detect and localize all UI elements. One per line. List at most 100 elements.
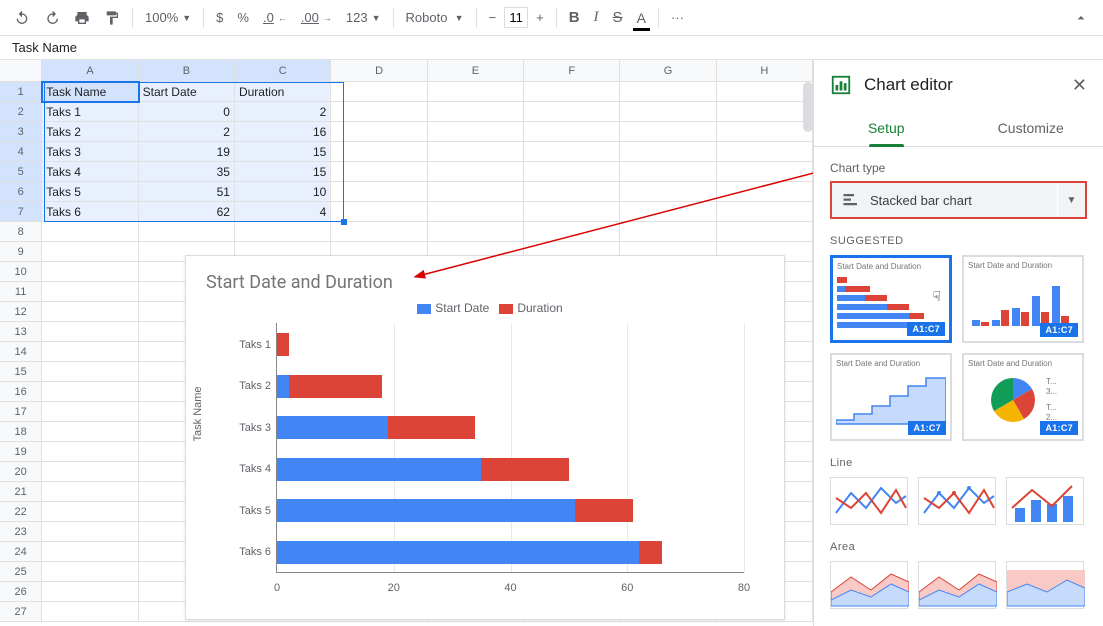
cell[interactable]: [620, 142, 716, 162]
cell[interactable]: [428, 222, 524, 242]
column-header[interactable]: E: [428, 60, 524, 81]
cell[interactable]: [139, 222, 235, 242]
cell[interactable]: [428, 142, 524, 162]
cell[interactable]: [428, 182, 524, 202]
row-header[interactable]: 25: [0, 562, 42, 582]
row-header[interactable]: 1: [0, 82, 42, 102]
italic-button[interactable]: I: [588, 5, 605, 30]
cell[interactable]: [331, 142, 427, 162]
suggested-chart-pie[interactable]: Start Date and Duration T... 3... T... 2…: [962, 353, 1084, 441]
cell[interactable]: [42, 382, 138, 402]
suggested-chart-column[interactable]: Start Date and Duration A1:C7: [962, 255, 1084, 343]
column-header[interactable]: B: [139, 60, 235, 81]
cell[interactable]: [42, 482, 138, 502]
cell[interactable]: Start Date: [139, 82, 235, 102]
column-header[interactable]: G: [620, 60, 716, 81]
cell[interactable]: [620, 182, 716, 202]
redo-button[interactable]: [38, 6, 66, 30]
row-header[interactable]: 6: [0, 182, 42, 202]
row-header[interactable]: 27: [0, 602, 42, 622]
cell[interactable]: [331, 222, 427, 242]
cell[interactable]: [428, 82, 524, 102]
collapse-toolbar-button[interactable]: [1067, 6, 1095, 30]
cell[interactable]: 0: [139, 102, 235, 122]
cell[interactable]: [42, 502, 138, 522]
toolbar-more-button[interactable]: ···: [665, 6, 690, 29]
cell[interactable]: Taks 4: [42, 162, 138, 182]
cell[interactable]: [428, 202, 524, 222]
cell[interactable]: Taks 1: [42, 102, 138, 122]
cell[interactable]: [42, 222, 138, 242]
cell[interactable]: [42, 342, 138, 362]
row-header[interactable]: 21: [0, 482, 42, 502]
cell[interactable]: [42, 322, 138, 342]
column-header[interactable]: A: [42, 60, 138, 81]
cell[interactable]: [524, 182, 620, 202]
cell[interactable]: 2: [235, 102, 331, 122]
cell[interactable]: [42, 582, 138, 602]
cell[interactable]: [331, 162, 427, 182]
cell[interactable]: [620, 222, 716, 242]
row-header[interactable]: 16: [0, 382, 42, 402]
cell[interactable]: [42, 302, 138, 322]
cell[interactable]: Task Name: [42, 82, 138, 102]
cell[interactable]: [717, 222, 813, 242]
chart-type-select[interactable]: Stacked bar chart ▼: [830, 181, 1087, 219]
cell[interactable]: [428, 162, 524, 182]
area-chart-option-3[interactable]: [1006, 561, 1084, 609]
font-size-increase[interactable]: +: [530, 6, 550, 29]
currency-button[interactable]: $: [210, 6, 229, 29]
row-header[interactable]: 22: [0, 502, 42, 522]
cell[interactable]: [42, 462, 138, 482]
suggested-chart-stacked-bar[interactable]: Start Date and Duration ☟ A1:C7: [830, 255, 952, 343]
cell[interactable]: [620, 202, 716, 222]
row-header[interactable]: 4: [0, 142, 42, 162]
cell[interactable]: [42, 362, 138, 382]
cell[interactable]: 16: [235, 122, 331, 142]
cell[interactable]: [42, 262, 138, 282]
formula-bar[interactable]: Task Name: [0, 36, 1103, 60]
row-header[interactable]: 23: [0, 522, 42, 542]
setup-tab[interactable]: Setup: [814, 110, 959, 146]
cell[interactable]: 19: [139, 142, 235, 162]
cell[interactable]: [717, 82, 813, 102]
suggested-chart-stepped-area[interactable]: Start Date and Duration A1:C7: [830, 353, 952, 441]
cell[interactable]: [42, 442, 138, 462]
cell[interactable]: 62: [139, 202, 235, 222]
print-button[interactable]: [68, 6, 96, 30]
row-header[interactable]: 26: [0, 582, 42, 602]
cell[interactable]: [42, 602, 138, 622]
line-chart-option-1[interactable]: [830, 477, 908, 525]
cell[interactable]: [717, 202, 813, 222]
row-header[interactable]: 11: [0, 282, 42, 302]
combo-chart-option[interactable]: [1006, 477, 1084, 525]
font-size-decrease[interactable]: −: [483, 6, 503, 29]
undo-button[interactable]: [8, 6, 36, 30]
cell[interactable]: 35: [139, 162, 235, 182]
cell[interactable]: Taks 3: [42, 142, 138, 162]
paint-format-button[interactable]: [98, 6, 126, 30]
cell[interactable]: [717, 182, 813, 202]
chart-type-caret-icon[interactable]: ▼: [1057, 183, 1085, 217]
cell[interactable]: [42, 542, 138, 562]
cell[interactable]: [42, 242, 138, 262]
column-header[interactable]: H: [717, 60, 813, 81]
row-header[interactable]: 9: [0, 242, 42, 262]
cell[interactable]: [524, 222, 620, 242]
cell[interactable]: 4: [235, 202, 331, 222]
customize-tab[interactable]: Customize: [959, 110, 1103, 146]
cell[interactable]: [42, 562, 138, 582]
more-formats-select[interactable]: 123▼: [340, 6, 387, 29]
font-family-select[interactable]: Roboto▼: [400, 6, 470, 29]
cell[interactable]: [42, 422, 138, 442]
cell[interactable]: 15: [235, 162, 331, 182]
cell[interactable]: [42, 282, 138, 302]
cell[interactable]: [620, 162, 716, 182]
percent-button[interactable]: %: [231, 6, 255, 29]
cell[interactable]: [42, 402, 138, 422]
cell[interactable]: [717, 122, 813, 142]
cell[interactable]: 15: [235, 142, 331, 162]
cell[interactable]: [331, 82, 427, 102]
cell[interactable]: [235, 222, 331, 242]
cell[interactable]: [524, 82, 620, 102]
